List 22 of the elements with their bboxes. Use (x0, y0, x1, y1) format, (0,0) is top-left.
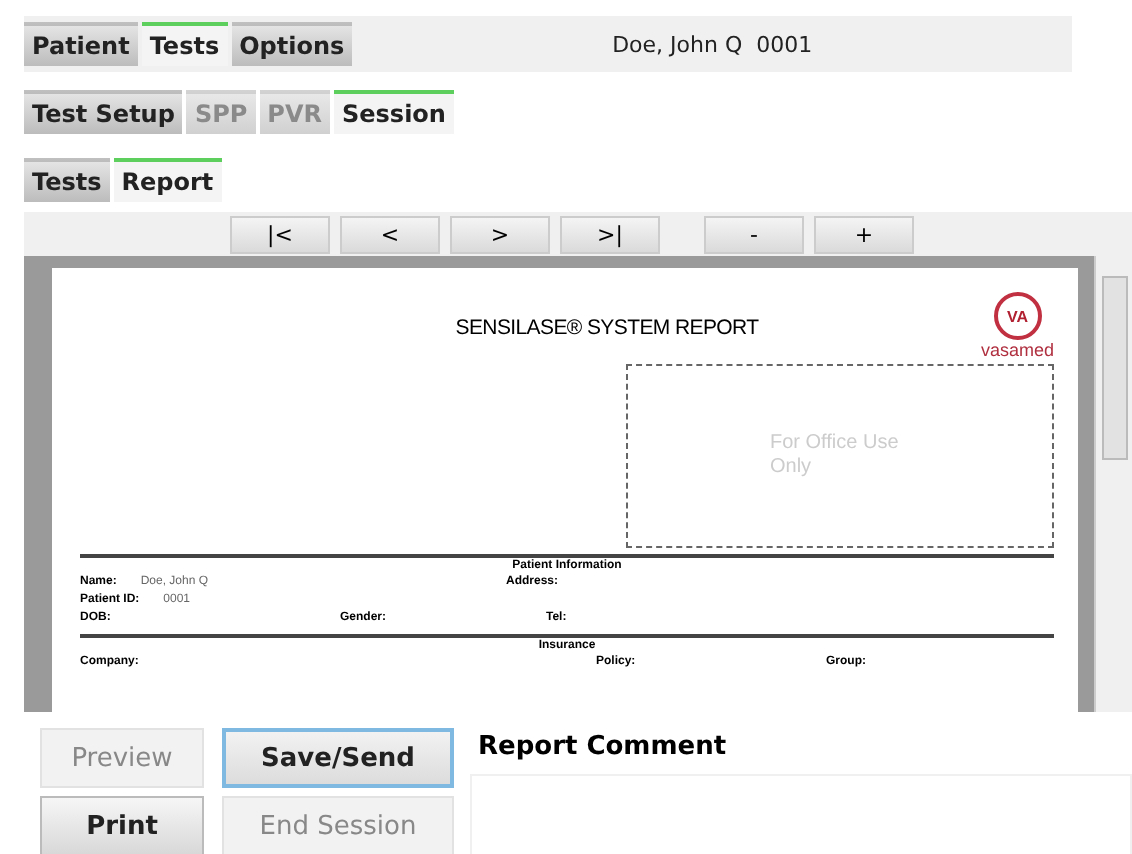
page-nav-button[interactable]: >| (560, 216, 660, 254)
tab[interactable]: Tests (141, 22, 228, 66)
tab[interactable]: Report (113, 158, 222, 202)
comment-label: Report Comment (476, 730, 729, 766)
page-nav-button[interactable]: > (450, 216, 550, 254)
zoom-button[interactable]: + (814, 216, 914, 254)
scrollbar[interactable] (1094, 256, 1132, 712)
report-title: SENSILASE® SYSTEM REPORT (455, 314, 759, 340)
tab[interactable]: Options (231, 22, 353, 66)
scroll-thumb[interactable] (1102, 276, 1128, 460)
logo-text: vasamed (980, 340, 1054, 360)
page-nav-button[interactable]: < (340, 216, 440, 254)
page-nav-button[interactable]: |< (230, 216, 330, 254)
logo-mark: VA (993, 292, 1042, 340)
tab[interactable]: Test Setup (24, 90, 183, 134)
patient-name-label: Doe, John Q 0001 (610, 31, 815, 57)
tab[interactable]: Session (334, 90, 454, 134)
tab[interactable]: Patient (24, 22, 138, 66)
zoom-button[interactable]: - (704, 216, 804, 254)
action-button[interactable]: Save/Send (222, 728, 454, 788)
action-button[interactable]: Print (40, 796, 204, 854)
tab[interactable]: Tests (24, 158, 110, 202)
